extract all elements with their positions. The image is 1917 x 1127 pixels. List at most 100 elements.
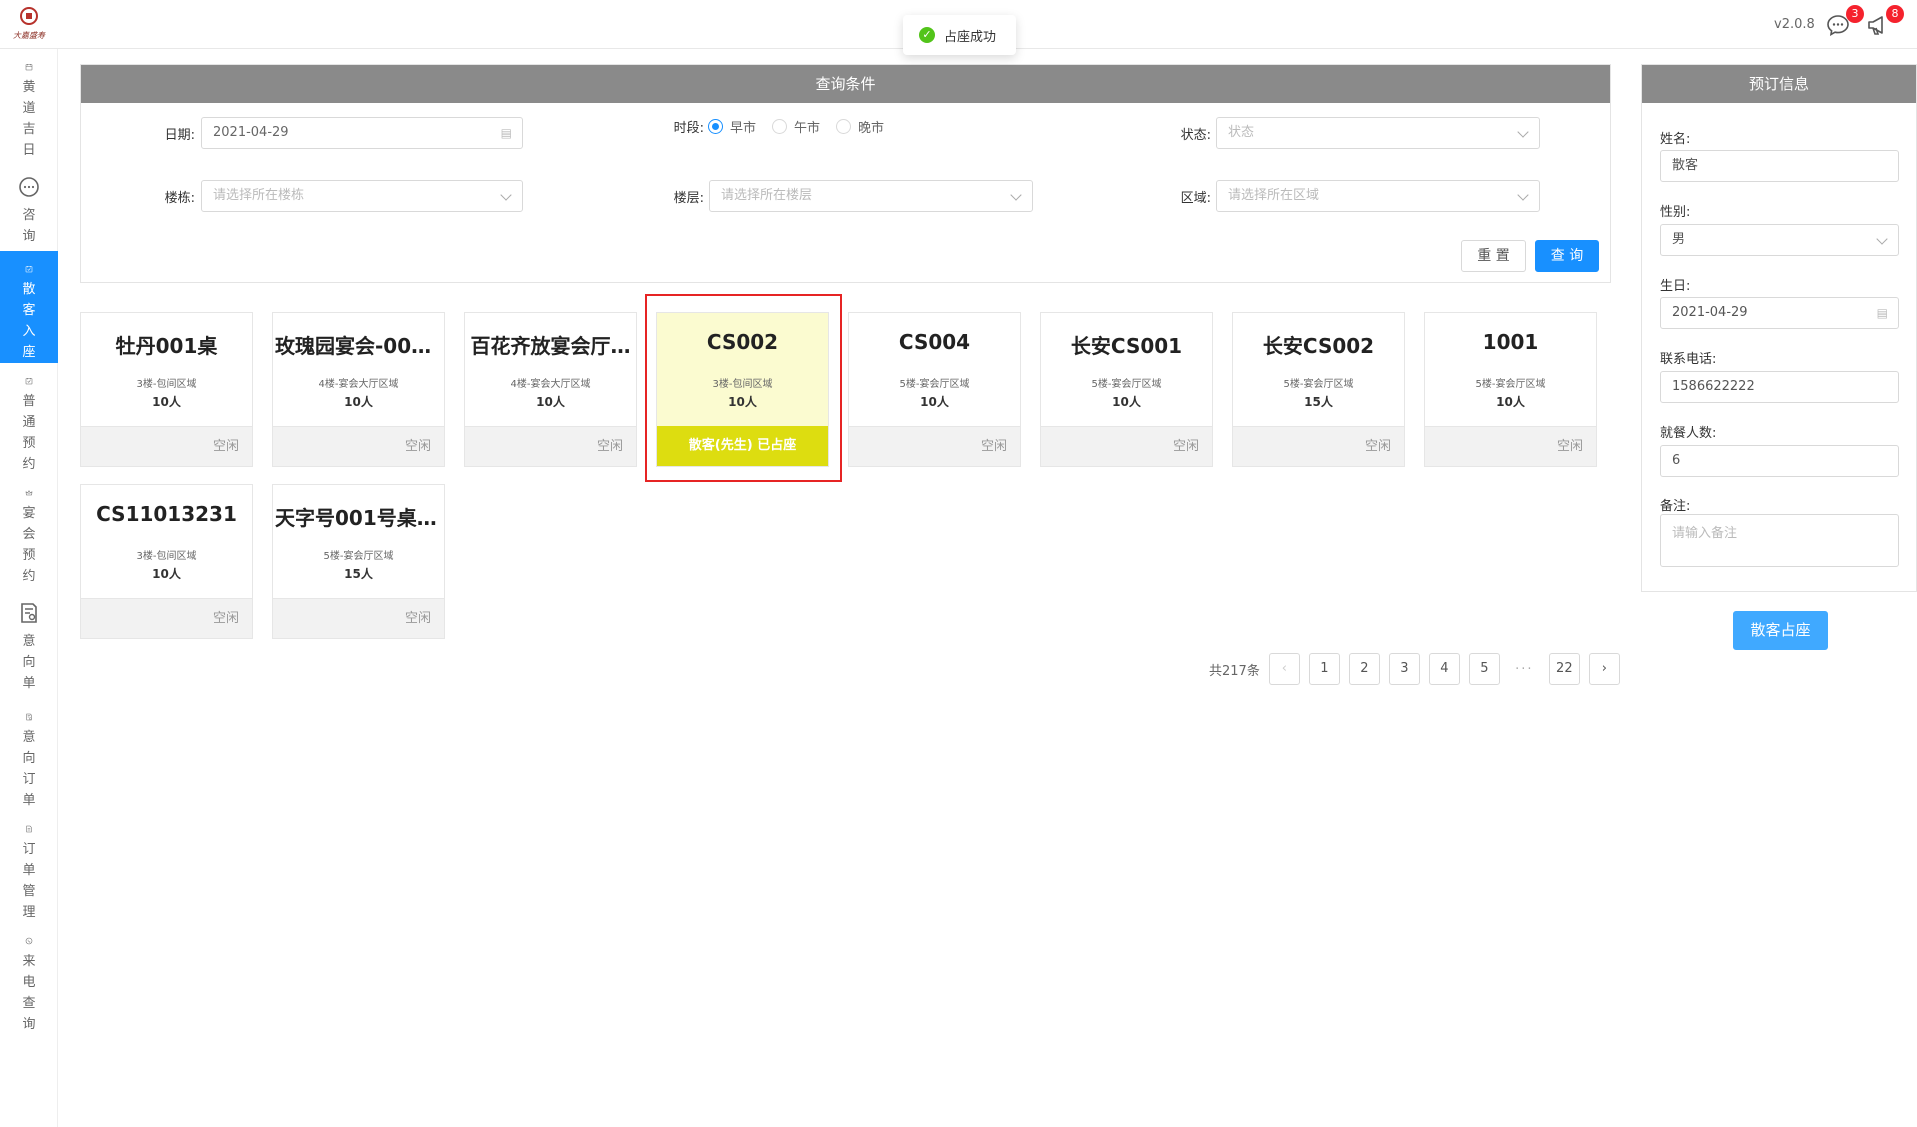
sidebar-item-order-management[interactable]: 订单管理 <box>0 811 58 923</box>
logo-seal-icon <box>20 7 38 25</box>
notice-button[interactable]: 8 <box>1866 5 1904 36</box>
radio-label: 早市 <box>730 121 757 136</box>
table-location: 3楼-包间区域 <box>136 379 197 390</box>
table-name: 百花齐放宴会厅… <box>470 334 631 358</box>
period-radio-morning[interactable]: 早市 <box>708 117 756 136</box>
table-card[interactable]: 玫瑰园宴会-001… 4楼-宴会大厅区域 10人 空闲 <box>272 312 445 467</box>
pagination-total: 共217条 <box>1209 663 1260 679</box>
toast-text: 占座成功 <box>944 29 997 45</box>
page-button[interactable]: 5 <box>1468 653 1500 685</box>
table-name: 长安CS002 <box>1262 334 1375 358</box>
sidebar-item-walk-in[interactable]: 散客入座 <box>0 251 58 363</box>
table-capacity: 10人 <box>1496 395 1525 409</box>
gender-value: 男 <box>1672 232 1686 247</box>
table-card[interactable]: CS004 5楼-宴会厅区域 10人 空闲 <box>848 312 1021 467</box>
table-card[interactable]: CS11013231 3楼-包间区域 10人 空闲 <box>80 484 253 639</box>
page-button[interactable]: 3 <box>1388 653 1420 685</box>
pagination-ellipsis[interactable]: ··· <box>1509 662 1540 677</box>
sidebar-item-normal-booking[interactable]: 普通预约 <box>0 363 58 475</box>
birthday-picker[interactable]: 2021-04-29 ▤ <box>1660 297 1899 329</box>
date-label: 日期: <box>164 127 195 143</box>
calendar-check-icon <box>25 378 33 385</box>
name-field[interactable]: 散客 <box>1660 150 1899 182</box>
sidebar-item-auspicious-days[interactable]: 黄道吉日 <box>0 49 58 161</box>
building-filter: 楼栋: 请选择所在楼栋 <box>80 180 523 212</box>
reset-button[interactable]: 重 置 <box>1461 240 1526 272</box>
table-status: 空闲 <box>1425 426 1596 466</box>
radio-label: 晚市 <box>858 121 885 136</box>
table-card[interactable]: 长安CS002 5楼-宴会厅区域 15人 空闲 <box>1232 312 1405 467</box>
next-page-button[interactable]: › <box>1588 653 1620 685</box>
sidebar-item-label: 普通预约 <box>22 394 36 472</box>
status-filter: 状态: 状态 <box>1130 117 1540 149</box>
area-select[interactable]: 请选择所在区域 <box>1216 180 1540 212</box>
date-picker[interactable]: 2021-04-29 ▤ <box>201 117 523 149</box>
birthday-value: 2021-04-29 <box>1672 305 1748 320</box>
date-value: 2021-04-29 <box>213 125 289 140</box>
remark-textarea[interactable]: 请输入备注 <box>1660 514 1899 567</box>
name-label: 姓名: <box>1660 132 1691 147</box>
table-card[interactable]: 百花齐放宴会厅… 4楼-宴会大厅区域 10人 空闲 <box>464 312 637 467</box>
table-card[interactable]: 牡丹001桌 3楼-包间区域 10人 空闲 <box>80 312 253 467</box>
page-button[interactable]: 2 <box>1348 653 1380 685</box>
table-card[interactable]: 天字号001号桌01 5楼-宴会厅区域 15人 空闲 <box>272 484 445 639</box>
sidebar-item-intent-form[interactable]: 意向单 <box>0 587 58 699</box>
building-label: 楼栋: <box>164 190 195 206</box>
sidebar-item-label: 咨询 <box>22 208 36 244</box>
phone-icon <box>25 937 33 945</box>
table-card[interactable]: 1001 5楼-宴会厅区域 10人 空闲 <box>1424 312 1597 467</box>
table-status: 空闲 <box>81 598 252 638</box>
sidebar-item-label: 散客入座 <box>22 282 36 360</box>
building-select[interactable]: 请选择所在楼栋 <box>201 180 523 212</box>
pagination: 共217条 ‹ 1 2 3 4 5 ··· 22 › <box>1209 653 1629 685</box>
sidebar-item-label: 黄道吉日 <box>22 80 36 158</box>
status-select[interactable]: 状态 <box>1216 117 1540 149</box>
crown-icon <box>25 490 33 496</box>
sidebar-item-call-lookup[interactable]: 来电查询 <box>0 923 58 1035</box>
table-name: 天字号001号桌01 <box>275 506 444 530</box>
page-button-last[interactable]: 22 <box>1548 653 1580 685</box>
floor-select[interactable]: 请选择所在楼层 <box>709 180 1033 212</box>
table-capacity: 10人 <box>536 395 565 409</box>
page-button[interactable]: 4 <box>1428 653 1460 685</box>
prev-page-button[interactable]: ‹ <box>1268 653 1300 685</box>
diners-field[interactable]: 6 <box>1660 445 1899 477</box>
period-radio-noon[interactable]: 午市 <box>772 117 820 136</box>
calendar-icon <box>25 64 33 71</box>
page-button[interactable]: 1 <box>1308 653 1340 685</box>
table-status: 空闲 <box>81 426 252 466</box>
table-capacity: 10人 <box>152 395 181 409</box>
walk-in-seat-button[interactable]: 散客占座 <box>1733 611 1828 650</box>
table-card[interactable]: 长安CS001 5楼-宴会厅区域 10人 空闲 <box>1040 312 1213 467</box>
sidebar-item-banquet-booking[interactable]: 宴会预约 <box>0 475 58 587</box>
table-location: 5楼-宴会厅区域 <box>1091 379 1162 390</box>
sidebar: 黄道吉日 咨询 散客入座 普通预约 宴会预约 意向单 意向订单 订单管理 来电查… <box>0 49 58 1127</box>
period-radio-evening[interactable]: 晚市 <box>836 117 884 136</box>
calendar-icon: ▤ <box>1876 306 1888 320</box>
sidebar-item-label: 意向订单 <box>22 730 36 808</box>
message-count-badge: 3 <box>1846 5 1864 23</box>
radio-circle <box>708 119 723 134</box>
table-capacity: 10人 <box>152 567 181 581</box>
check-circle-icon: ✓ <box>919 27 935 43</box>
radio-circle <box>836 119 852 134</box>
success-toast: ✓ 占座成功 <box>903 15 1016 55</box>
diners-label: 就餐人数: <box>1660 426 1717 441</box>
gender-select[interactable]: 男 <box>1660 224 1899 256</box>
table-name: 1001 <box>1482 330 1539 354</box>
selection-highlight <box>645 294 842 482</box>
phone-field[interactable]: 1586622222 <box>1660 371 1899 403</box>
notice-count-badge: 8 <box>1886 5 1904 23</box>
sidebar-item-intent-order[interactable]: 意向订单 <box>0 699 58 811</box>
document-check-icon <box>26 713 32 721</box>
table-capacity: 15人 <box>344 567 373 581</box>
floor-filter: 楼层: 请选择所在楼层 <box>620 180 1033 212</box>
chevron-down-icon <box>500 189 512 201</box>
booking-panel-title: 预订信息 <box>1642 65 1916 103</box>
message-button[interactable]: 3 <box>1826 5 1864 37</box>
search-button[interactable]: 查 询 <box>1535 240 1599 272</box>
table-location: 5楼-宴会厅区域 <box>323 551 394 562</box>
sidebar-item-label: 宴会预约 <box>22 506 36 584</box>
date-filter: 日期: 2021-04-29 ▤ <box>80 117 523 149</box>
query-panel-title: 查询条件 <box>81 65 1610 103</box>
